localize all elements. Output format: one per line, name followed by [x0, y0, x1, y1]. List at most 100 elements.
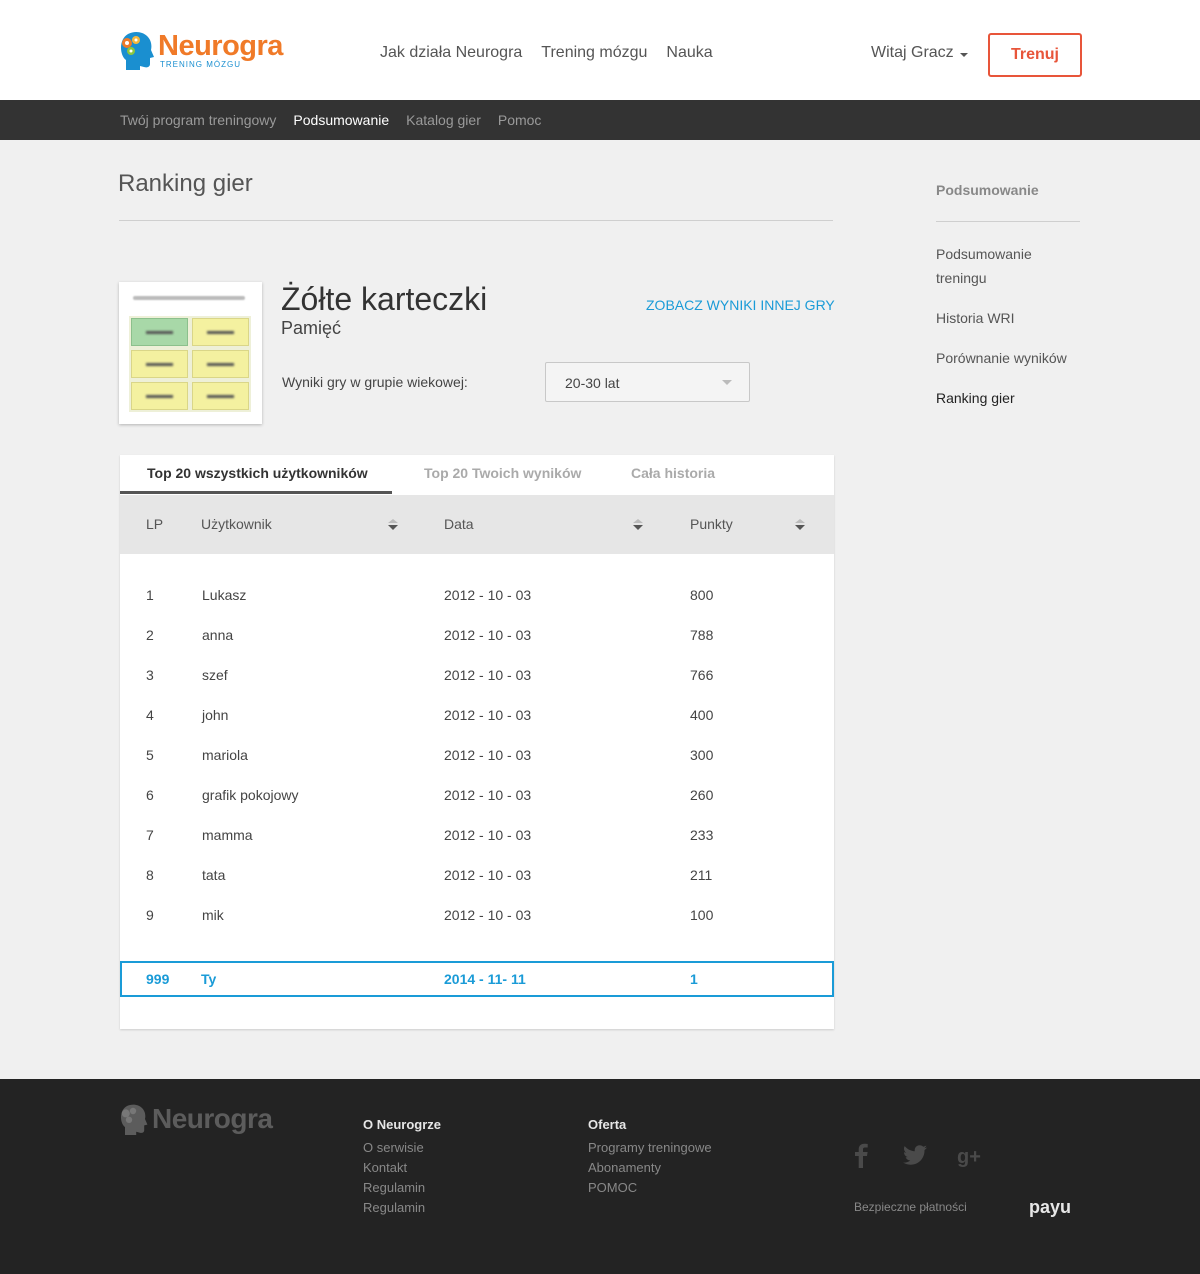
- user-menu[interactable]: Witaj Gracz: [871, 44, 968, 62]
- user-cell: mik: [202, 907, 224, 923]
- tab-top20-mine[interactable]: Top 20 Twoich wyników: [424, 465, 581, 481]
- col-points: Punkty: [690, 516, 733, 532]
- ranking-tabs: Top 20 wszystkich użytkowników Top 20 Tw…: [120, 455, 834, 495]
- footer-link-programs[interactable]: Programy treningowe: [588, 1138, 712, 1158]
- your-rank: 999: [146, 971, 170, 987]
- rank-cell: 7: [146, 827, 154, 843]
- logo-subtitle: TRENING MÓZGU: [160, 60, 241, 69]
- date-cell: 2012 - 10 - 03: [444, 707, 532, 723]
- nav-how-it-works[interactable]: Jak działa Neurogra: [380, 44, 522, 62]
- nav-science[interactable]: Nauka: [666, 44, 712, 62]
- date-cell: 2012 - 10 - 03: [444, 667, 532, 683]
- date-cell: 2012 - 10 - 03: [444, 627, 532, 643]
- your-result-row: 999 Ty 2014 - 11- 11 1: [120, 961, 834, 997]
- subnav-help[interactable]: Pomoc: [498, 112, 542, 128]
- game-category: Pamięć: [281, 318, 342, 338]
- user-cell: grafik pokojowy: [202, 787, 299, 803]
- rank-cell: 2: [146, 627, 154, 643]
- sidebar-heading: Podsumowanie: [936, 182, 1039, 198]
- sort-user-icon[interactable]: [388, 519, 398, 531]
- age-group-select[interactable]: 20-30 lat: [545, 362, 750, 402]
- sort-date-icon[interactable]: [633, 519, 643, 531]
- google-plus-icon[interactable]: g+: [956, 1141, 984, 1169]
- main-nav: Jak działa Neurogra Trening mózgu Nauka: [380, 44, 713, 62]
- rank-cell: 8: [146, 867, 154, 883]
- user-cell: mariola: [202, 747, 248, 763]
- game-thumbnail: [119, 282, 262, 424]
- points-cell: 233: [690, 827, 714, 843]
- divider: [119, 220, 833, 221]
- your-date: 2014 - 11- 11: [444, 971, 526, 987]
- footer-logo-text: Neurogra: [152, 1103, 273, 1134]
- user-cell: john: [202, 707, 229, 723]
- active-tab-indicator: [120, 491, 392, 494]
- twitter-icon[interactable]: [901, 1141, 929, 1169]
- game-name: Żółte karteczki: [281, 281, 488, 317]
- table-row: 7 mamma 2012 - 10 - 03 233: [120, 815, 834, 855]
- col-date: Data: [444, 516, 474, 532]
- points-cell: 400: [690, 707, 714, 723]
- date-cell: 2012 - 10 - 03: [444, 787, 532, 803]
- other-game-link[interactable]: ZOBACZ WYNIKI INNEJ GRY: [646, 297, 835, 313]
- brain-head-logo-icon: [121, 1104, 148, 1135]
- footer-logo[interactable]: Neurogra: [118, 1103, 278, 1139]
- brain-head-logo-icon: [121, 31, 154, 70]
- points-cell: 766: [690, 667, 714, 683]
- tab-top20-all[interactable]: Top 20 wszystkich użytkowników: [147, 465, 368, 481]
- sort-points-icon[interactable]: [795, 519, 805, 531]
- rank-cell: 6: [146, 787, 154, 803]
- sidebar-item-training-summary[interactable]: Podsumowanie treningu: [936, 242, 1086, 290]
- subnav-summary[interactable]: Podsumowanie: [293, 112, 389, 128]
- rank-cell: 5: [146, 747, 154, 763]
- footer-col-title: Oferta: [588, 1117, 627, 1132]
- table-row: 3 szef 2012 - 10 - 03 766: [120, 655, 834, 695]
- footer-link-contact[interactable]: Kontakt: [363, 1158, 441, 1178]
- footer-link-about[interactable]: O serwisie: [363, 1138, 441, 1158]
- subnav-catalog[interactable]: Katalog gier: [406, 112, 481, 128]
- rank-cell: 4: [146, 707, 154, 723]
- footer-link-terms-2[interactable]: Regulamin: [363, 1198, 441, 1218]
- ranking-panel: Top 20 wszystkich użytkowników Top 20 Tw…: [120, 455, 834, 1029]
- footer-link-terms[interactable]: Regulamin: [363, 1178, 441, 1198]
- user-cell: mamma: [202, 827, 253, 843]
- table-row: 6 grafik pokojowy 2012 - 10 - 03 260: [120, 775, 834, 815]
- footer-link-subscriptions[interactable]: Abonamenty: [588, 1158, 712, 1178]
- date-cell: 2012 - 10 - 03: [444, 907, 532, 923]
- sidebar-item-compare[interactable]: Porównanie wyników: [936, 346, 1086, 370]
- date-cell: 2012 - 10 - 03: [444, 867, 532, 883]
- col-lp: LP: [146, 516, 164, 532]
- user-greeting: Witaj Gracz: [871, 44, 954, 61]
- facebook-icon[interactable]: [848, 1141, 876, 1169]
- points-cell: 100: [690, 907, 714, 923]
- table-row: 1 Lukasz 2012 - 10 - 03 800: [120, 575, 834, 615]
- train-button[interactable]: Trenuj: [988, 33, 1082, 77]
- your-name: Ty: [201, 971, 217, 987]
- sidebar-item-ranking[interactable]: Ranking gier: [936, 386, 1086, 410]
- footer-col-title: O Neurogrze: [363, 1117, 442, 1132]
- table-header: LP Użytkownik Data Punkty: [120, 495, 834, 554]
- age-group-label: Wyniki gry w grupie wiekowej:: [282, 374, 468, 390]
- sidebar-item-wri-history[interactable]: Historia WRI: [936, 306, 1086, 330]
- table-row: 5 mariola 2012 - 10 - 03 300: [120, 735, 834, 775]
- points-cell: 211: [690, 867, 713, 883]
- nav-brain-training[interactable]: Trening mózgu: [541, 44, 647, 62]
- user-cell: szef: [202, 667, 228, 683]
- tab-history[interactable]: Cała historia: [631, 465, 715, 481]
- points-cell: 260: [690, 787, 714, 803]
- points-cell: 788: [690, 627, 714, 643]
- points-cell: 300: [690, 747, 714, 763]
- footer-col-offer: Oferta Programy treningowe Abonamenty PO…: [588, 1117, 712, 1198]
- rank-cell: 3: [146, 667, 154, 683]
- logo[interactable]: Neurogra TRENING MÓZGU: [118, 28, 298, 72]
- secure-payments-label: Bezpieczne płatności: [854, 1200, 967, 1214]
- user-cell: Lukasz: [202, 587, 247, 603]
- chevron-down-icon: [722, 380, 732, 385]
- subnav-program[interactable]: Twój program treningowy: [120, 112, 276, 128]
- col-user: Użytkownik: [201, 516, 272, 532]
- footer-link-help[interactable]: POMOC: [588, 1178, 712, 1198]
- rank-cell: 9: [146, 907, 154, 923]
- your-points: 1: [690, 971, 698, 987]
- user-cell: anna: [202, 627, 234, 643]
- svg-text:g+: g+: [957, 1146, 981, 1168]
- footer: Neurogra O Neurogrze O serwisie Kontakt …: [0, 1079, 1200, 1274]
